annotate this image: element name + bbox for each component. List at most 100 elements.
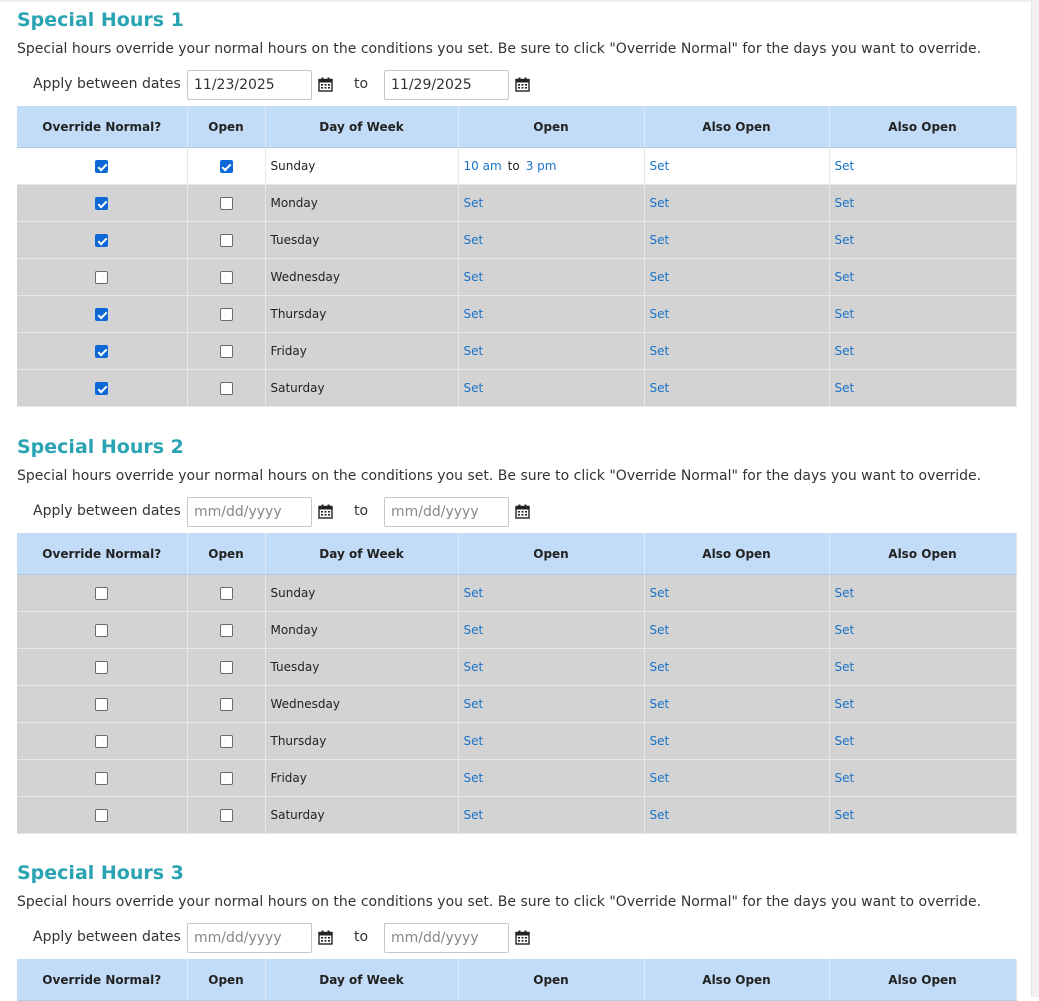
set-link[interactable]: Set xyxy=(650,808,670,822)
open-checkbox[interactable] xyxy=(219,809,233,822)
set-link[interactable]: Set xyxy=(835,623,855,637)
set-link[interactable]: Set xyxy=(464,697,484,711)
override-checkbox[interactable] xyxy=(95,624,109,637)
set-link[interactable]: Set xyxy=(835,586,855,600)
set-link[interactable]: Set xyxy=(835,808,855,822)
open-checkbox[interactable] xyxy=(219,345,233,358)
set-link[interactable]: Set xyxy=(650,623,670,637)
end-date-input[interactable]: mm/dd/yyyy xyxy=(384,497,509,527)
set-link[interactable]: Set xyxy=(835,196,855,210)
override-checkbox[interactable] xyxy=(95,308,109,321)
override-checkbox[interactable] xyxy=(95,587,109,600)
set-link[interactable]: Set xyxy=(464,734,484,748)
set-link[interactable]: Set xyxy=(650,233,670,247)
set-link[interactable]: Set xyxy=(835,344,855,358)
open-hours-cell: Set xyxy=(458,221,645,259)
override-checkbox[interactable] xyxy=(95,735,109,748)
open-checkbox[interactable] xyxy=(219,271,233,284)
set-link[interactable]: Set xyxy=(835,697,855,711)
override-checkbox[interactable] xyxy=(95,345,109,358)
override-cell xyxy=(17,184,188,222)
set-link[interactable]: Set xyxy=(835,381,855,395)
set-link[interactable]: Set xyxy=(464,233,484,247)
end-date-input[interactable]: mm/dd/yyyy xyxy=(384,923,509,953)
override-checkbox[interactable] xyxy=(95,382,109,395)
open-cell xyxy=(187,722,266,760)
set-link[interactable]: Set xyxy=(464,808,484,822)
calendar-icon[interactable] xyxy=(318,504,333,519)
set-link[interactable]: Set xyxy=(835,233,855,247)
scrollbar-track[interactable] xyxy=(1031,0,1039,997)
set-link[interactable]: Set xyxy=(650,697,670,711)
set-link[interactable]: Set xyxy=(650,771,670,785)
open-hours-cell: Set xyxy=(458,184,645,222)
override-checkbox[interactable] xyxy=(95,160,109,173)
override-cell xyxy=(17,295,188,333)
table-row: Sunday 10 am to 3 pm Set Set xyxy=(17,147,1017,185)
open-checkbox[interactable] xyxy=(219,661,233,674)
section-title: Special Hours 3 xyxy=(17,862,184,884)
open-checkbox[interactable] xyxy=(219,772,233,785)
open-checkbox[interactable] xyxy=(219,382,233,395)
set-link[interactable]: Set xyxy=(464,771,484,785)
special-hours-section: Special Hours 2 Special hours override yo… xyxy=(17,435,1017,855)
open-to-link[interactable]: 3 pm xyxy=(526,159,557,173)
override-checkbox[interactable] xyxy=(95,698,109,711)
set-link[interactable]: Set xyxy=(464,586,484,600)
set-link[interactable]: Set xyxy=(835,660,855,674)
set-link[interactable]: Set xyxy=(650,270,670,284)
set-link[interactable]: Set xyxy=(650,660,670,674)
open-checkbox[interactable] xyxy=(219,308,233,321)
set-link[interactable]: Set xyxy=(464,270,484,284)
set-link[interactable]: Set xyxy=(464,660,484,674)
day-of-week: Monday xyxy=(265,184,459,222)
start-date-input[interactable]: mm/dd/yyyy xyxy=(187,923,312,953)
open-hours-cell: Set xyxy=(458,574,645,612)
open-checkbox[interactable] xyxy=(219,234,233,247)
override-checkbox[interactable] xyxy=(95,234,109,247)
set-link[interactable]: Set xyxy=(835,734,855,748)
set-link[interactable]: Set xyxy=(835,771,855,785)
set-link[interactable]: Set xyxy=(650,196,670,210)
table-row: Wednesday Set Set Set xyxy=(17,258,1017,296)
override-checkbox[interactable] xyxy=(95,772,109,785)
calendar-icon[interactable] xyxy=(318,77,333,92)
start-date-input[interactable]: 11/23/2025 xyxy=(187,70,312,100)
calendar-icon[interactable] xyxy=(515,930,530,945)
set-link[interactable]: Set xyxy=(650,586,670,600)
open-checkbox[interactable] xyxy=(219,197,233,210)
calendar-icon[interactable] xyxy=(515,504,530,519)
set-link[interactable]: Set xyxy=(650,381,670,395)
set-link[interactable]: Set xyxy=(650,734,670,748)
set-link[interactable]: Set xyxy=(835,159,855,173)
set-link[interactable]: Set xyxy=(464,381,484,395)
column-header: Also Open xyxy=(829,959,1017,1001)
set-link[interactable]: Set xyxy=(464,196,484,210)
start-date-input[interactable]: mm/dd/yyyy xyxy=(187,497,312,527)
override-checkbox[interactable] xyxy=(95,809,109,822)
set-link[interactable]: Set xyxy=(464,623,484,637)
open-checkbox[interactable] xyxy=(219,587,233,600)
override-checkbox[interactable] xyxy=(95,271,109,284)
set-link[interactable]: Set xyxy=(650,159,670,173)
set-link[interactable]: Set xyxy=(464,344,484,358)
open-checkbox[interactable] xyxy=(219,624,233,637)
set-link[interactable]: Set xyxy=(650,344,670,358)
open-cell xyxy=(187,258,266,296)
open-checkbox[interactable] xyxy=(219,160,233,173)
table-row: Friday Set Set Set xyxy=(17,332,1017,370)
open-checkbox[interactable] xyxy=(219,735,233,748)
special-hours-section: Special Hours 3 Special hours override yo… xyxy=(17,861,1017,1001)
set-link[interactable]: Set xyxy=(650,307,670,321)
override-checkbox[interactable] xyxy=(95,197,109,210)
open-checkbox[interactable] xyxy=(219,698,233,711)
override-checkbox[interactable] xyxy=(95,661,109,674)
set-link[interactable]: Set xyxy=(835,307,855,321)
calendar-icon[interactable] xyxy=(515,77,530,92)
set-link[interactable]: Set xyxy=(835,270,855,284)
calendar-icon[interactable] xyxy=(318,930,333,945)
set-link[interactable]: Set xyxy=(464,307,484,321)
open-from-link[interactable]: 10 am xyxy=(464,159,502,173)
end-date-input[interactable]: 11/29/2025 xyxy=(384,70,509,100)
open-cell xyxy=(187,221,266,259)
